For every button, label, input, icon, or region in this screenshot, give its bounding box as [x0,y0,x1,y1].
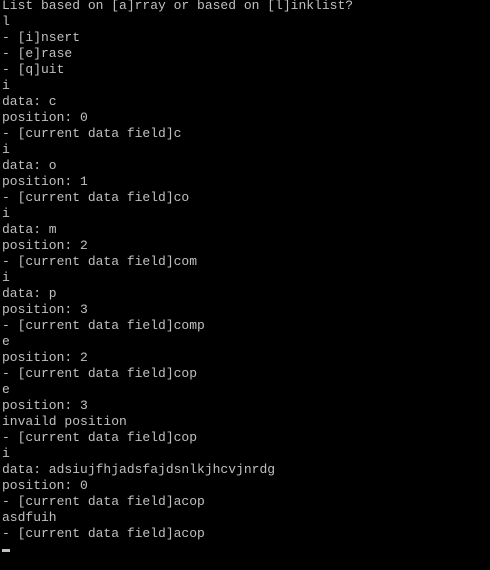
console-line: l [2,14,10,29]
console-line: invaild position [2,414,127,429]
console-line: List based on [a]rray or based on [l]ink… [2,0,354,13]
console-line: position: 0 [2,110,88,125]
console-line: - [current data field]comp [2,318,205,333]
console-line: position: 0 [2,478,88,493]
console-line: position: 2 [2,238,88,253]
console-line: data: c [2,94,57,109]
console-line: - [current data field]c [2,126,182,141]
console-line: i [2,270,10,285]
console-line: asdfuih [2,510,57,525]
console-line: i [2,142,10,157]
console-line: - [current data field]cop [2,430,198,445]
console-line: data: adsiujfhjadsfajdsnlkjhcvjnrdg [2,462,276,477]
console-line: data: p [2,286,57,301]
console-window[interactable]: List based on [a]rray or based on [l]ink… [0,0,490,570]
console-line: data: o [2,158,57,173]
console-line: e [2,334,10,349]
console-line: - [current data field]cop [2,366,198,381]
console-line: position: 3 [2,302,88,317]
console-line: e [2,382,10,397]
console-line: i [2,446,10,461]
console-line: position: 3 [2,398,88,413]
console-line: - [i]nsert [2,30,81,45]
text-cursor[interactable] [2,549,10,552]
console-line: data: m [2,222,57,237]
console-line: - [current data field]acop [2,494,205,509]
console-line: - [q]uit [2,62,65,77]
console-line: position: 2 [2,350,88,365]
console-line: - [current data field]com [2,254,198,269]
console-line: i [2,78,10,93]
console-line: - [e]rase [2,46,73,61]
console-line: position: 1 [2,174,88,189]
console-line: - [current data field]acop [2,526,205,541]
console-line: i [2,206,10,221]
console-line: - [current data field]co [2,190,190,205]
